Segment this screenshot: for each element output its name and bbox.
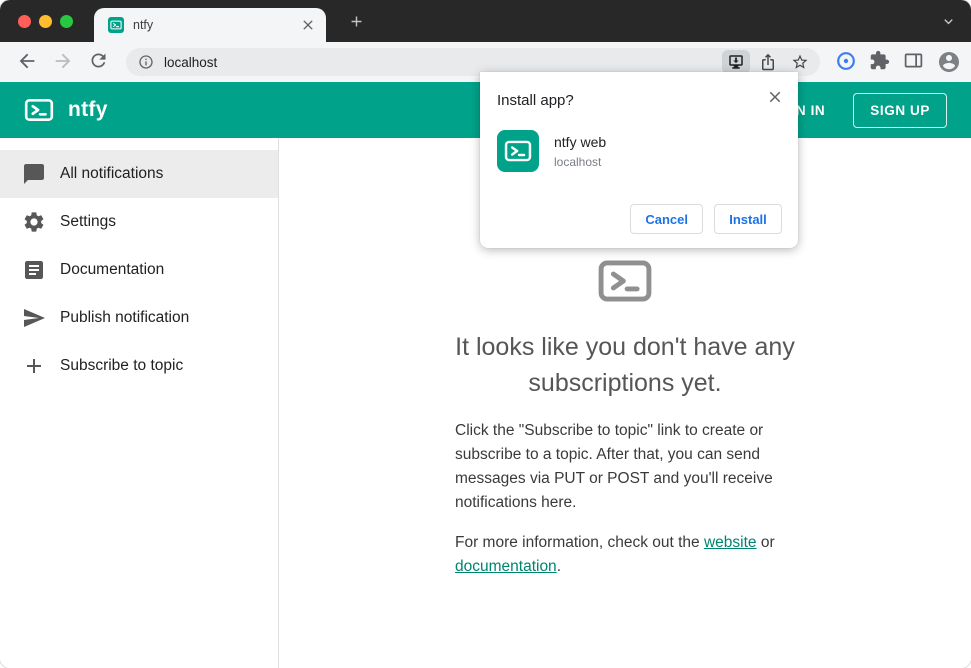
profile-avatar-icon[interactable] (937, 50, 961, 74)
sidebar-item-label: All notifications (60, 165, 164, 182)
sidebar-item-label: Subscribe to topic (60, 357, 184, 374)
browser-window: ntfy localhost ntfy SIGN IN SIGN UP All … (0, 0, 971, 668)
sidebar: All notifications Settings Documentation… (0, 138, 279, 668)
browser-tab-ntfy[interactable]: ntfy (94, 8, 326, 42)
sidebar-item-all-notifications[interactable]: All notifications (0, 150, 278, 198)
extension-icon[interactable] (835, 50, 859, 74)
ntfy-logo-large-icon (594, 253, 656, 309)
install-app-icon[interactable] (722, 50, 750, 74)
gear-icon (22, 210, 46, 234)
empty-state-links-paragraph: For more information, check out the webs… (455, 531, 795, 579)
new-tab-button[interactable] (348, 13, 365, 30)
ntfy-logo-icon (24, 95, 54, 125)
back-icon[interactable] (16, 50, 40, 74)
dialog-actions: Cancel Install (630, 204, 782, 234)
plus-icon (22, 354, 46, 378)
url-text[interactable]: localhost (164, 55, 718, 70)
sidebar-item-label: Publish notification (60, 309, 190, 326)
brand-name: ntfy (68, 98, 108, 121)
share-icon[interactable] (754, 50, 782, 74)
book-icon (22, 258, 46, 282)
sidebar-item-label: Settings (60, 213, 117, 230)
send-icon (22, 306, 46, 330)
tab-title: ntfy (133, 18, 154, 32)
extensions-puzzle-icon[interactable] (869, 50, 893, 74)
chat-bubble-icon (22, 162, 46, 186)
site-info-icon[interactable] (138, 54, 154, 70)
close-window-button[interactable] (18, 15, 31, 28)
documentation-link[interactable]: documentation (455, 558, 557, 575)
install-button[interactable]: Install (714, 204, 782, 234)
dialog-title: Install app? (497, 92, 574, 109)
paragraph-text: For more information, check out the (455, 534, 704, 551)
minimize-window-button[interactable] (39, 15, 52, 28)
side-panel-icon[interactable] (903, 50, 927, 74)
bookmark-star-icon[interactable] (786, 50, 814, 74)
paragraph-text: or (756, 534, 775, 551)
ntfy-app-icon (497, 130, 539, 172)
empty-state-paragraph: Click the "Subscribe to topic" link to c… (455, 422, 773, 511)
maximize-window-button[interactable] (60, 15, 73, 28)
cancel-button[interactable]: Cancel (630, 204, 703, 234)
sign-up-button[interactable]: SIGN UP (853, 92, 947, 128)
dialog-app-name: ntfy web (554, 133, 607, 150)
close-tab-icon[interactable] (300, 17, 316, 33)
sidebar-item-settings[interactable]: Settings (0, 198, 278, 246)
tab-search-chevron-icon[interactable] (940, 13, 957, 30)
sidebar-item-documentation[interactable]: Documentation (0, 246, 278, 294)
forward-icon[interactable] (52, 50, 76, 74)
install-app-dialog: Install app? ntfy web localhost Cancel I… (480, 72, 798, 248)
sidebar-item-publish-notification[interactable]: Publish notification (0, 294, 278, 342)
sidebar-item-label: Documentation (60, 261, 165, 278)
website-link[interactable]: website (704, 534, 757, 551)
tab-strip: ntfy (0, 0, 971, 42)
window-controls (18, 15, 73, 28)
dialog-app-row: ntfy web localhost (497, 130, 606, 172)
dialog-close-icon[interactable] (766, 88, 784, 106)
sidebar-item-subscribe-to-topic[interactable]: Subscribe to topic (0, 342, 278, 390)
reload-icon[interactable] (88, 50, 112, 74)
empty-state-heading: It looks like you don't have any subscri… (455, 333, 795, 397)
dialog-app-origin: localhost (554, 154, 602, 169)
paragraph-text: . (556, 558, 561, 575)
ntfy-favicon (108, 17, 124, 33)
extensions-area (830, 50, 971, 74)
